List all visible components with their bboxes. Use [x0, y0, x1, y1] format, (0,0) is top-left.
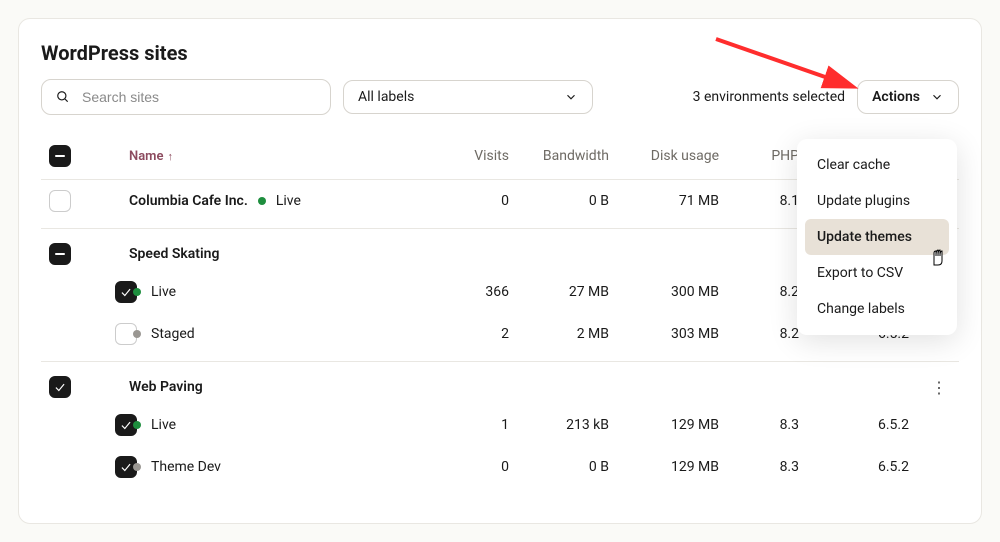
cell-visits: 1: [439, 417, 519, 433]
group-checkbox[interactable]: [49, 376, 71, 398]
env-name[interactable]: Staged: [129, 326, 439, 342]
group-name[interactable]: Web Paving: [129, 379, 919, 395]
labels-dropdown[interactable]: All labels: [343, 80, 593, 114]
env-row: Live 1 213 kB 129 MB 8.3 6.5.2: [41, 404, 959, 446]
env-row: Theme Dev 0 0 B 129 MB 8.3 6.5.2: [41, 446, 959, 488]
cell-bandwidth: 27 MB: [519, 284, 619, 300]
selection-count: 3 environments selected: [693, 89, 845, 105]
env-dot-live: [133, 421, 141, 429]
col-name[interactable]: Name↑: [129, 149, 439, 164]
search-input[interactable]: [80, 88, 316, 106]
row-more-button[interactable]: ⋮: [919, 378, 959, 397]
env-name[interactable]: Live: [129, 284, 439, 300]
site-name[interactable]: Columbia Cafe Inc. Live: [129, 193, 439, 209]
cell-disk: 129 MB: [619, 459, 729, 475]
menu-item-change-labels[interactable]: Change labels: [805, 291, 949, 327]
toolbar: All labels 3 environments selected Actio…: [41, 79, 959, 115]
page-title: WordPress sites: [41, 41, 959, 65]
actions-button-label: Actions: [872, 89, 920, 105]
menu-item-update-plugins[interactable]: Update plugins: [805, 183, 949, 219]
cell-bandwidth: 0 B: [519, 193, 619, 209]
chevron-down-icon: [564, 90, 578, 104]
col-bandwidth[interactable]: Bandwidth: [519, 148, 619, 164]
cell-visits: 366: [439, 284, 519, 300]
menu-item-export-csv[interactable]: Export to CSV: [805, 255, 949, 291]
env-dot-staged: [133, 330, 141, 338]
cell-disk: 303 MB: [619, 326, 729, 342]
col-visits[interactable]: Visits: [439, 148, 519, 164]
cell-php: 8.3: [729, 417, 809, 433]
cell-visits: 0: [439, 193, 519, 209]
actions-button[interactable]: Actions: [857, 80, 959, 114]
menu-item-clear-cache[interactable]: Clear cache: [805, 147, 949, 183]
env-dot-live: [133, 288, 141, 296]
cell-bandwidth: 213 kB: [519, 417, 619, 433]
cell-php: 8.3: [729, 459, 809, 475]
labels-dropdown-label: All labels: [358, 89, 414, 105]
env-dot-staged: [133, 463, 141, 471]
cell-visits: 0: [439, 459, 519, 475]
env-name[interactable]: Theme Dev: [129, 459, 439, 475]
cell-bandwidth: 0 B: [519, 459, 619, 475]
cell-disk: 300 MB: [619, 284, 729, 300]
cell-wp: 6.5.2: [809, 417, 919, 433]
cell-bandwidth: 2 MB: [519, 326, 619, 342]
sort-asc-icon: ↑: [167, 150, 173, 163]
env-name[interactable]: Live: [129, 417, 439, 433]
search-box[interactable]: [41, 79, 331, 115]
row-checkbox[interactable]: [49, 190, 71, 212]
env-dot-live: [258, 197, 266, 205]
menu-item-update-themes[interactable]: Update themes: [805, 219, 949, 255]
cell-disk: 129 MB: [619, 417, 729, 433]
group-checkbox[interactable]: [49, 243, 71, 265]
chevron-down-icon: [930, 90, 944, 104]
sites-panel: WordPress sites All labels 3 environment…: [18, 18, 982, 524]
cell-wp: 6.5.2: [809, 459, 919, 475]
actions-menu: Clear cache Update plugins Update themes…: [797, 139, 957, 335]
site-group-row: Web Paving ⋮: [41, 361, 959, 404]
cell-visits: 2: [439, 326, 519, 342]
cell-disk: 71 MB: [619, 193, 729, 209]
col-disk[interactable]: Disk usage: [619, 148, 729, 164]
select-all-checkbox[interactable]: [49, 145, 71, 167]
search-icon: [56, 90, 70, 104]
